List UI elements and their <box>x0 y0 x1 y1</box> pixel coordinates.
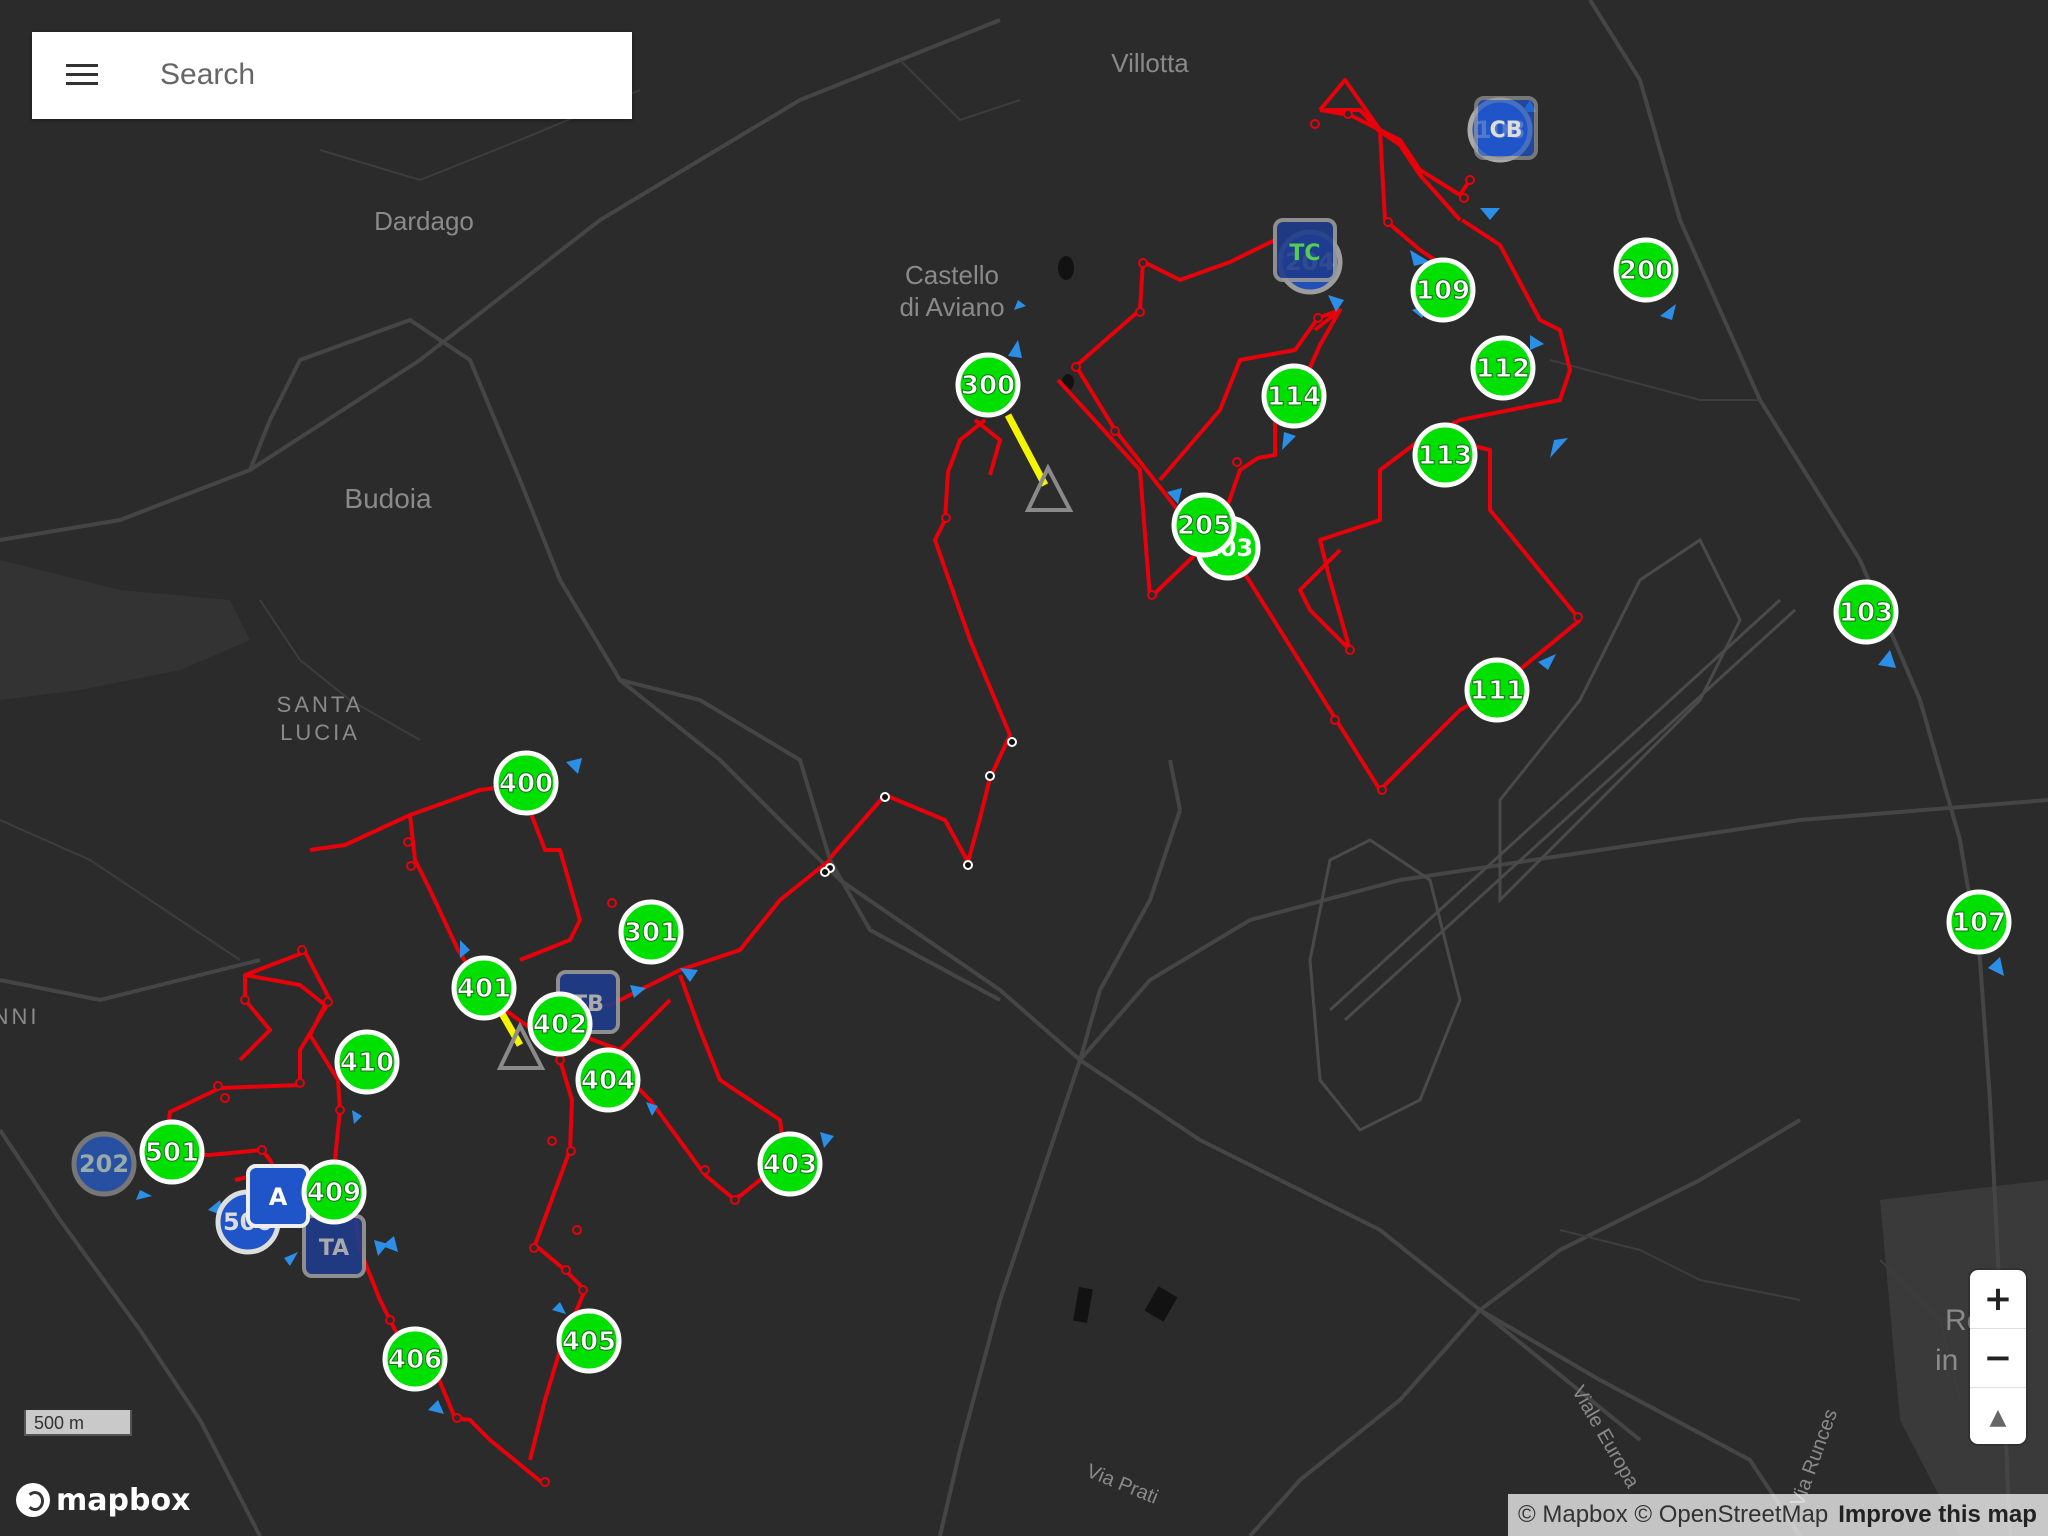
waypoint-103[interactable]: 103 <box>1833 579 1899 645</box>
place-label-lucia: LUCIA <box>280 720 360 745</box>
waypoint-301[interactable]: 301 <box>618 899 684 965</box>
place-label-castello-2: di Aviano <box>899 292 1004 322</box>
svg-text:TA: TA <box>319 1236 349 1261</box>
mapbox-logo-icon <box>16 1483 50 1517</box>
waypoint-402[interactable]: 402 <box>527 991 593 1057</box>
map-canvas[interactable]: Villotta Dardago Castello di Aviano Budo… <box>0 0 2048 1536</box>
mapbox-logo[interactable]: mapbox <box>16 1480 190 1520</box>
waypoint-label: 300 <box>961 371 1015 401</box>
waypoint-label: 409 <box>307 1178 361 1208</box>
waypoint-label: 103 <box>1839 598 1893 628</box>
waypoint-111[interactable]: 111 <box>1464 657 1530 723</box>
waypoint-label: 113 <box>1418 441 1472 471</box>
marker-a[interactable]: A <box>246 1164 310 1228</box>
waypoint-label: 406 <box>388 1345 442 1375</box>
compass-button[interactable]: ▲ <box>1970 1388 2026 1444</box>
attribution-text: © Mapbox © OpenStreetMap <box>1518 1501 1829 1528</box>
marker-ta[interactable]: TA <box>302 1214 366 1278</box>
waypoint-label: 114 <box>1267 382 1321 412</box>
waypoint-label: 402 <box>533 1010 587 1040</box>
search-bar <box>32 32 632 119</box>
waypoint-501[interactable]: 501 <box>139 1119 205 1185</box>
mapbox-logo-text: mapbox <box>56 1482 191 1518</box>
waypoint-label: 112 <box>1476 354 1530 384</box>
place-label-dardago: Dardago <box>374 206 474 236</box>
waypoint-107[interactable]: 107 <box>1946 889 2012 955</box>
waypoint-403[interactable]: 403 <box>757 1131 823 1197</box>
svg-text:A: A <box>269 1183 288 1211</box>
waypoint-406[interactable]: 406 <box>382 1326 448 1392</box>
improve-map-link[interactable]: Improve this map <box>1838 1501 2037 1529</box>
waypoint-label: 501 <box>145 1138 199 1168</box>
waypoint-409[interactable]: 409 <box>301 1159 367 1225</box>
attribution: © Mapbox © OpenStreetMap Improve this ma… <box>1508 1494 2048 1536</box>
search-input[interactable] <box>158 48 602 102</box>
waypoint-109[interactable]: 109 <box>1410 257 1476 323</box>
waypoint-200[interactable]: 200 <box>1613 237 1679 303</box>
waypoint-400[interactable]: 400 <box>493 750 559 816</box>
place-label-castello: Castello <box>905 260 999 290</box>
scale-bar: 500 m <box>24 1410 132 1436</box>
waypoint-label: 301 <box>624 918 678 948</box>
svg-text:CB: CB <box>1490 118 1523 143</box>
waypoint-label: 404 <box>581 1066 635 1096</box>
place-label-nni: NNI <box>0 1004 39 1029</box>
waypoint-label: 107 <box>1952 908 2006 938</box>
waypoint-label: 111 <box>1470 676 1524 706</box>
waypoint-405[interactable]: 405 <box>556 1308 622 1374</box>
waypoint-112[interactable]: 112 <box>1470 335 1536 401</box>
waypoint-205[interactable]: 205 <box>1171 492 1237 558</box>
waypoint-113[interactable]: 113 <box>1412 422 1478 488</box>
place-label-rov-2: in <box>1935 1344 1958 1377</box>
waypoint-label: 403 <box>763 1150 817 1180</box>
waypoint-410[interactable]: 410 <box>334 1029 400 1095</box>
waypoint-label: 400 <box>499 769 553 799</box>
waypoint-401[interactable]: 401 <box>451 955 517 1021</box>
place-label-budoia: Budoia <box>344 483 432 514</box>
svg-text:202: 202 <box>79 1150 129 1178</box>
waypoint-114[interactable]: 114 <box>1261 363 1327 429</box>
marker-tc[interactable]: TC <box>1273 218 1337 282</box>
hamburger-menu-icon[interactable] <box>62 60 102 90</box>
zoom-out-button[interactable]: − <box>1970 1329 2026 1388</box>
waypoint-label: 401 <box>457 974 511 1004</box>
waypoint-202[interactable]: 202 <box>71 1131 137 1197</box>
zoom-controls: + − ▲ <box>1970 1270 2026 1444</box>
waypoint-404[interactable]: 404 <box>575 1047 641 1113</box>
waypoint-label: 200 <box>1619 256 1673 286</box>
waypoint-300[interactable]: 300 <box>955 352 1021 418</box>
place-label-santa: SANTA <box>277 692 364 717</box>
waypoint-label: 405 <box>562 1327 616 1357</box>
waypoint-label: 205 <box>1177 511 1231 541</box>
waypoint-label: 410 <box>340 1048 394 1078</box>
marker-cb[interactable]: CB <box>1474 96 1538 160</box>
svg-text:TC: TC <box>1289 241 1320 266</box>
waypoint-label: 109 <box>1416 276 1470 306</box>
zoom-in-button[interactable]: + <box>1970 1270 2026 1329</box>
place-label-villotta: Villotta <box>1111 48 1189 78</box>
